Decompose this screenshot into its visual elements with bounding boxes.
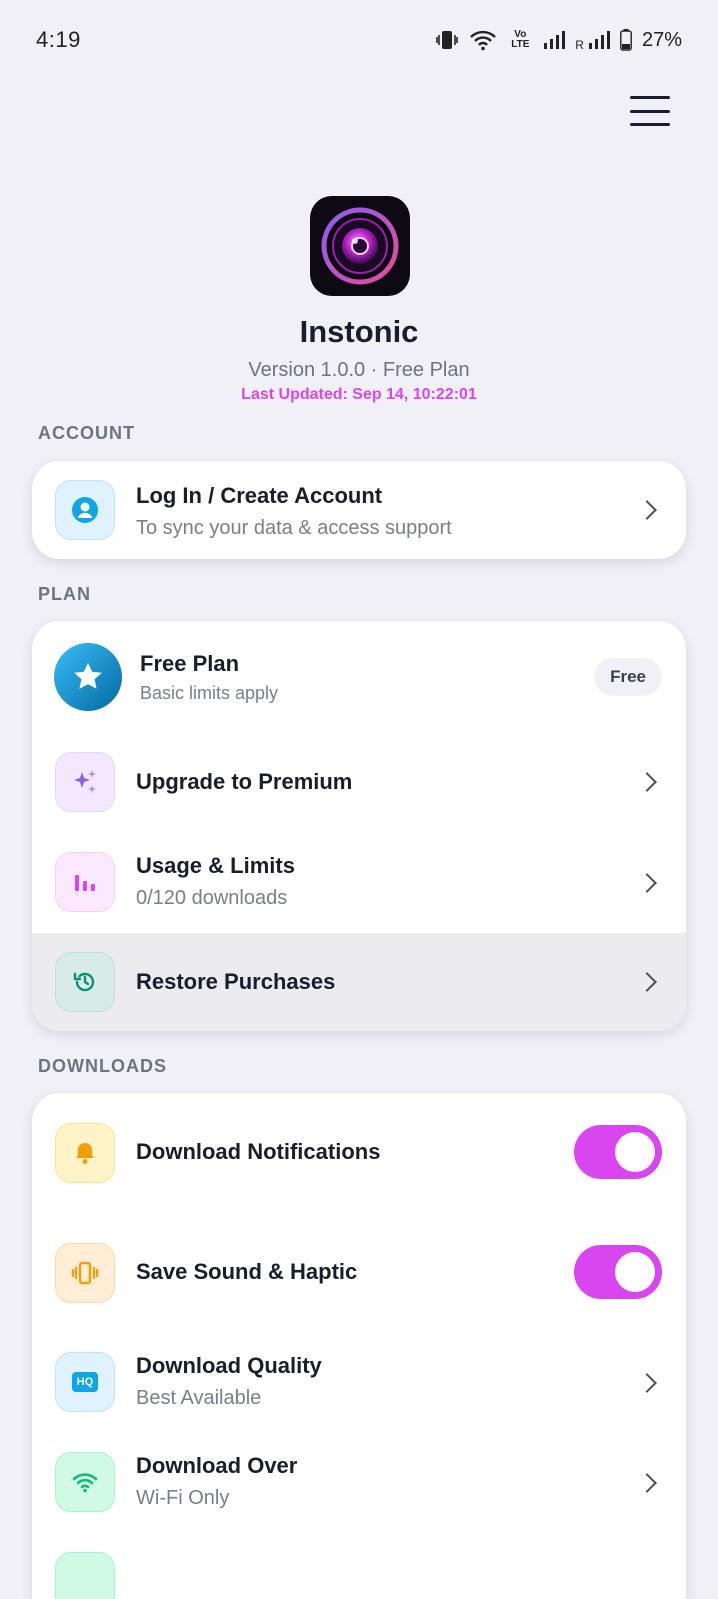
vibrate-icon	[55, 1243, 115, 1303]
restore-row[interactable]: Restore Purchases	[32, 933, 686, 1031]
menu-icon[interactable]	[630, 96, 670, 126]
last-updated: Last Updated: Sep 14, 10:22:01	[241, 386, 477, 403]
bar-chart-icon	[55, 852, 115, 912]
sound-haptic-title: Save Sound & Haptic	[136, 1259, 358, 1284]
status-time: 4:19	[36, 27, 81, 52]
section-label-plan: PLAN	[38, 584, 91, 604]
vibrate-mode-icon	[436, 31, 459, 49]
download-quality-row[interactable]: HQ Download Quality Best Available	[32, 1333, 686, 1433]
section-label-downloads: DOWNLOADS	[38, 1056, 167, 1076]
restore-title: Restore Purchases	[136, 969, 336, 994]
notifications-row: Download Notifications	[32, 1093, 686, 1213]
next-row-partial[interactable]	[32, 1533, 686, 1599]
plan-card: Free Plan Basic limits apply Free Upgrad…	[32, 621, 686, 1031]
download-quality-value: Best Available	[136, 1387, 262, 1409]
downloads-card: Download Notifications Save Sound & Hapt…	[32, 1093, 686, 1599]
plan-badge: Free	[594, 658, 662, 696]
upgrade-title: Upgrade to Premium	[136, 769, 353, 794]
chevron-right-icon	[637, 1373, 657, 1393]
usage-row[interactable]: Usage & Limits 0/120 downloads	[32, 833, 686, 933]
sparkles-icon	[55, 752, 115, 812]
download-over-row[interactable]: Download Over Wi-Fi Only	[32, 1433, 686, 1533]
app-version: Version 1.0.0 · Free Plan	[248, 359, 470, 381]
free-plan-title: Free Plan	[140, 651, 240, 676]
battery-icon	[620, 29, 632, 51]
chevron-right-icon	[637, 1473, 657, 1493]
status-bar: 4:19 Vo LTE R 27%	[0, 0, 718, 80]
app-logo	[310, 196, 410, 296]
row-icon	[55, 1552, 115, 1599]
chevron-right-icon	[637, 972, 657, 992]
hq-icon-label: HQ	[72, 1372, 98, 1392]
notifications-toggle[interactable]	[574, 1125, 662, 1179]
chevron-right-icon	[637, 873, 657, 893]
download-over-value: Wi-Fi Only	[136, 1487, 230, 1509]
login-row[interactable]: Log In / Create Account To sync your dat…	[32, 461, 686, 559]
login-subtitle: To sync your data & access support	[136, 517, 452, 539]
wifi-icon	[55, 1452, 115, 1512]
signal-icon-2	[588, 31, 610, 49]
user-circle-icon	[55, 480, 115, 540]
history-icon	[55, 952, 115, 1012]
account-card: Log In / Create Account To sync your dat…	[32, 461, 686, 559]
status-icons: Vo LTE R 27%	[435, 29, 682, 52]
usage-title: Usage & Limits	[136, 853, 295, 878]
sound-haptic-row: Save Sound & Haptic	[32, 1213, 686, 1333]
login-title: Log In / Create Account	[136, 483, 383, 508]
battery-percent: 27%	[641, 28, 682, 51]
free-plan-subtitle: Basic limits apply	[140, 683, 279, 703]
download-quality-title: Download Quality	[136, 1353, 322, 1378]
free-plan-row: Free Plan Basic limits apply Free	[32, 621, 686, 731]
star-icon	[54, 643, 122, 711]
usage-subtitle: 0/120 downloads	[136, 887, 288, 909]
upgrade-row[interactable]: Upgrade to Premium	[32, 731, 686, 833]
section-label-account: ACCOUNT	[38, 423, 135, 443]
volte-label: Vo LTE	[511, 29, 530, 50]
roaming-label: R	[575, 37, 584, 52]
chevron-right-icon	[637, 772, 657, 792]
download-over-title: Download Over	[136, 1453, 298, 1478]
hq-icon: HQ	[55, 1352, 115, 1412]
bell-icon	[55, 1123, 115, 1183]
chevron-right-icon	[637, 500, 657, 520]
notifications-title: Download Notifications	[136, 1139, 381, 1164]
wifi-status-icon	[470, 30, 497, 51]
app-name: Instonic	[299, 314, 419, 349]
sound-haptic-toggle[interactable]	[574, 1245, 662, 1299]
signal-icon	[544, 31, 566, 49]
